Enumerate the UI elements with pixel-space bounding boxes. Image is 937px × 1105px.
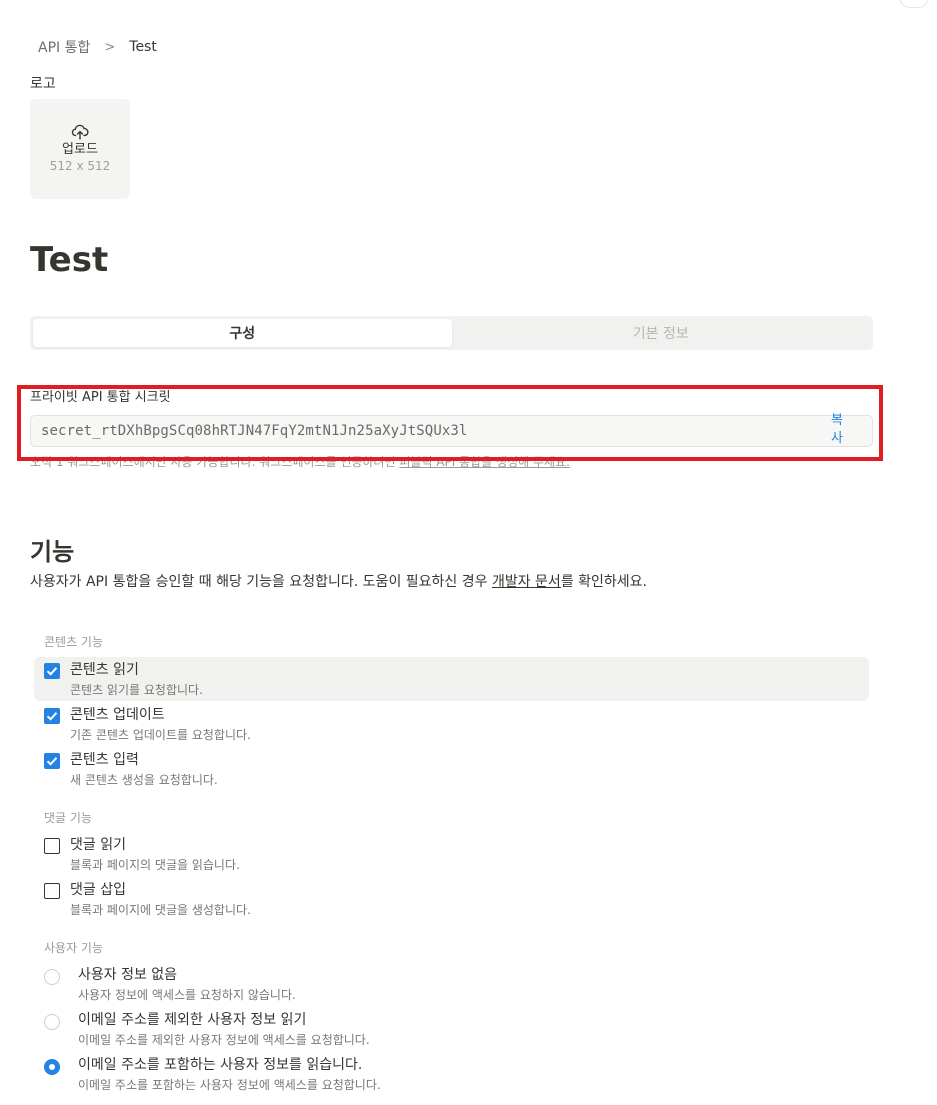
breadcrumb: API 통합 > Test	[38, 37, 157, 57]
breadcrumb-current: Test	[129, 39, 157, 55]
option-insert-content[interactable]: 콘텐츠 입력 새 콘텐츠 생성을 요청합니다.	[34, 747, 869, 791]
upload-size-hint: 512 x 512	[49, 159, 111, 173]
secret-label: 프라이빗 API 통합 시크릿	[30, 390, 171, 405]
comment-capabilities-title: 댓글 기능	[44, 811, 92, 825]
insert-comments-checkbox[interactable]	[44, 883, 60, 899]
capabilities-description-prefix: 사용자가 API 통합을 승인할 때 해당 기능을 요청합니다. 도움이 필요하…	[30, 574, 492, 590]
logo-label: 로고	[30, 76, 56, 92]
option-title: 이메일 주소를 포함하는 사용자 정보를 읽습니다.	[78, 1057, 363, 1073]
no-user-info-radio[interactable]	[44, 969, 60, 985]
user-capabilities-title: 사용자 기능	[44, 941, 104, 955]
secret-help-prefix: 오직 1 워크스페이스에서만 사용 가능합니다. 워크스페이스를 연동하려면	[30, 455, 400, 468]
read-content-checkbox[interactable]	[44, 663, 60, 679]
option-desc: 이메일 주소를 제외한 사용자 정보에 액세스를 요청합니다.	[78, 1033, 370, 1047]
option-title: 댓글 삽입	[70, 882, 126, 898]
tab-basic-info[interactable]: 기본 정보	[452, 319, 871, 347]
capabilities-description: 사용자가 API 통합을 승인할 때 해당 기능을 요청합니다. 도움이 필요하…	[30, 572, 647, 592]
secret-help-text: 오직 1 워크스페이스에서만 사용 가능합니다. 워크스페이스를 연동하려면 퍼…	[30, 454, 873, 468]
check-icon	[46, 757, 58, 766]
user-info-with-email-radio[interactable]	[44, 1059, 60, 1075]
tab-bar: 구성 기본 정보	[30, 316, 873, 350]
option-title: 콘텐츠 읽기	[70, 662, 139, 678]
logo-upload-button[interactable]: 업로드 512 x 512	[30, 99, 130, 199]
secret-section: 프라이빗 API 통합 시크릿 secret_rtDXhBpgSCq08hRTJ…	[30, 389, 873, 468]
user-info-without-email-radio[interactable]	[44, 1014, 60, 1030]
option-user-info-with-email[interactable]: 이메일 주소를 포함하는 사용자 정보를 읽습니다. 이메일 주소를 포함하는 …	[34, 1052, 869, 1096]
check-icon	[46, 712, 58, 721]
secret-field[interactable]: secret_rtDXhBpgSCq08hRTJN47FqY2mtN1Jn25a…	[30, 412, 873, 448]
copy-button[interactable]: 복사	[830, 412, 844, 448]
capabilities-description-suffix: 를 확인하세요.	[560, 574, 647, 590]
option-title: 사용자 정보 없음	[78, 967, 178, 983]
option-desc: 새 콘텐츠 생성을 요청합니다.	[70, 773, 218, 787]
corner-button[interactable]	[899, 0, 929, 8]
option-user-info-without-email[interactable]: 이메일 주소를 제외한 사용자 정보 읽기 이메일 주소를 제외한 사용자 정보…	[34, 1007, 869, 1051]
option-title: 콘텐츠 입력	[70, 752, 139, 768]
option-read-comments[interactable]: 댓글 읽기 블록과 페이지의 댓글을 읽습니다.	[34, 832, 869, 876]
read-comments-checkbox[interactable]	[44, 838, 60, 854]
developer-docs-link[interactable]: 개발자 문서	[492, 574, 561, 590]
option-desc: 블록과 페이지에 댓글을 생성합니다.	[70, 903, 251, 917]
secret-value[interactable]: secret_rtDXhBpgSCq08hRTJN47FqY2mtN1Jn25a…	[41, 423, 467, 439]
update-content-checkbox[interactable]	[44, 708, 60, 724]
tab-configuration[interactable]: 구성	[33, 319, 452, 347]
upload-label: 업로드	[62, 142, 98, 157]
breadcrumb-api-integrations[interactable]: API 통합	[38, 37, 90, 57]
option-title: 댓글 읽기	[70, 837, 126, 853]
option-desc: 콘텐츠 읽기를 요청합니다.	[70, 683, 203, 697]
option-desc: 블록과 페이지의 댓글을 읽습니다.	[70, 858, 240, 872]
option-title: 이메일 주소를 제외한 사용자 정보 읽기	[78, 1012, 307, 1028]
option-title: 콘텐츠 업데이트	[70, 707, 165, 723]
insert-content-checkbox[interactable]	[44, 753, 60, 769]
page-title: Test	[30, 240, 109, 280]
check-icon	[46, 667, 58, 676]
option-no-user-info[interactable]: 사용자 정보 없음 사용자 정보에 액세스를 요청하지 않습니다.	[34, 962, 869, 1006]
option-insert-comments[interactable]: 댓글 삽입 블록과 페이지에 댓글을 생성합니다.	[34, 877, 869, 921]
option-read-content[interactable]: 콘텐츠 읽기 콘텐츠 읽기를 요청합니다.	[34, 657, 869, 701]
public-integration-link[interactable]: 퍼블릭 API 통합을 생성해 주세요.	[399, 455, 570, 468]
capabilities-title: 기능	[30, 538, 75, 566]
option-desc: 기존 콘텐츠 업데이트를 요청합니다.	[70, 728, 251, 742]
option-update-content[interactable]: 콘텐츠 업데이트 기존 콘텐츠 업데이트를 요청합니다.	[34, 702, 869, 746]
option-desc: 사용자 정보에 액세스를 요청하지 않습니다.	[78, 988, 296, 1002]
content-capabilities-title: 콘텐츠 기능	[44, 635, 104, 649]
cloud-upload-icon	[71, 124, 89, 142]
breadcrumb-separator: >	[104, 39, 116, 55]
option-desc: 이메일 주소를 포함하는 사용자 정보에 액세스를 요청합니다.	[78, 1078, 381, 1092]
